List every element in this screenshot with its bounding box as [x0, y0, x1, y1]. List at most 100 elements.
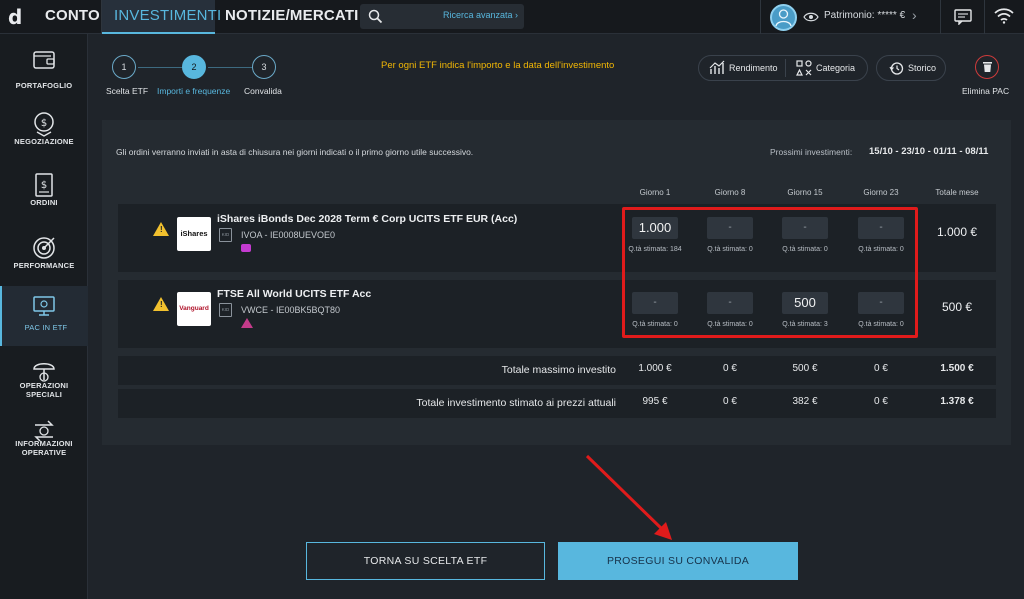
sidebar-label: PERFORMANCE [13, 261, 75, 270]
history-icon [889, 62, 904, 75]
column-header: Giorno 15 [787, 188, 823, 197]
etf-code: VWCE - IE00BK5BQT80 [241, 305, 341, 315]
categoria-label: Categoria [816, 63, 856, 73]
divider [940, 0, 941, 34]
step-2-label: Importi e frequenze [157, 86, 231, 96]
sidebar-item-pac-in-etf[interactable]: PAC IN ETF [0, 286, 88, 346]
column-header: Giorno 23 [863, 188, 899, 197]
estimated-total-sum: 1.378 € [940, 396, 974, 407]
storico-button[interactable]: Storico [876, 55, 946, 81]
svg-text:$: $ [41, 118, 47, 129]
etf-name[interactable]: FTSE All World UCITS ETF Acc [217, 288, 371, 300]
categories-icon [796, 60, 812, 76]
step-connector [138, 67, 182, 68]
ishares-logo: iShares [177, 217, 211, 251]
tab-notizie-mercati[interactable]: NOTIZIE/MERCATI [225, 0, 359, 34]
sidebar-item-performance[interactable]: PERFORMANCE [0, 226, 88, 288]
monthly-total: 500 € [941, 300, 973, 314]
delete-pac-button[interactable] [975, 55, 999, 79]
step-connector [208, 67, 252, 68]
avatar[interactable] [770, 4, 797, 31]
tab-investimenti[interactable]: INVESTIMENTI [102, 0, 221, 34]
warning-icon: ! [153, 297, 169, 311]
continue-to-validation-button[interactable]: PROSEGUI SU CONVALIDA [558, 542, 798, 580]
monthly-total: 1.000 € [936, 225, 978, 239]
chevron-right-icon[interactable]: › [912, 7, 917, 23]
highlight-box [622, 207, 918, 338]
column-header: Totale mese [935, 188, 979, 197]
max-total-label: Totale massimo investito [501, 364, 616, 376]
next-investments-label: Prossimi investimenti: [770, 147, 853, 157]
top-bar: d CONTO INVESTIMENTI NOTIZIE/MERCATI Ric… [0, 0, 1024, 34]
step-1-circle[interactable]: 1 [112, 55, 136, 79]
target-icon [33, 237, 55, 259]
patrimonio-value: Patrimonio: ***** € [824, 10, 906, 21]
sidebar-item-portafoglio[interactable]: PORTAFOGLIO [0, 40, 88, 102]
orders-info: Gli ordini verranno inviati in asta di c… [116, 147, 474, 157]
search-icon [368, 9, 383, 24]
rendimento-label: Rendimento [729, 63, 778, 73]
search-box[interactable]: Ricerca avanzata › [360, 4, 524, 29]
max-total-value: 0 € [723, 363, 737, 374]
wifi-icon[interactable] [994, 8, 1014, 24]
divider [984, 0, 985, 34]
max-total-sum: 1.500 € [940, 363, 974, 374]
etf-code: IVOA - IE0008UEVOE0 [241, 230, 336, 240]
trade-icon: $ [34, 112, 54, 137]
category-marker-icon [241, 318, 253, 328]
step-2-circle[interactable]: 2 [182, 55, 206, 79]
advanced-search-label: Ricerca avanzata [442, 10, 513, 20]
sidebar-label: NEGOZIAZIONE [14, 137, 74, 146]
messages-icon[interactable] [954, 9, 972, 25]
step-3-label: Convalida [244, 86, 282, 96]
rendimento-button[interactable]: Rendimento [699, 56, 785, 80]
kid-document-icon[interactable]: KID [219, 228, 232, 242]
divider [760, 0, 761, 34]
back-to-etf-selection-button[interactable]: TORNA SU SCELTA ETF [306, 542, 545, 580]
monitor-icon [33, 296, 55, 316]
advanced-search-link[interactable]: Ricerca avanzata › [443, 10, 518, 20]
step-3-circle[interactable]: 3 [252, 55, 276, 79]
estimated-total-label: Totale investimento stimato ai prezzi at… [416, 397, 616, 409]
rendimento-categoria-group: Rendimento Categoria [698, 55, 868, 81]
annotation-arrow-icon [585, 454, 672, 540]
etf-name[interactable]: iShares iBonds Dec 2028 Term € Corp UCIT… [217, 213, 517, 225]
app-logo[interactable]: d [8, 6, 28, 28]
estimated-total-value: 0 € [874, 396, 888, 407]
estimated-total-value: 382 € [792, 396, 818, 407]
user-icon [775, 9, 792, 27]
svg-text:$: $ [41, 180, 47, 191]
column-header: Giorno 1 [639, 188, 671, 197]
trash-icon [983, 62, 992, 72]
kid-document-icon[interactable]: KID [219, 303, 232, 317]
growth-icon [709, 60, 725, 74]
max-total-value: 1.000 € [638, 363, 672, 374]
sidebar-label: OPERATIVE [21, 448, 67, 457]
sidebar-item-negoziazione[interactable]: $ NEGOZIAZIONE [0, 102, 88, 164]
step-1-label: Scelta ETF [106, 86, 149, 96]
max-total-value: 0 € [874, 363, 888, 374]
sidebar-item-ordini[interactable]: $ ORDINI [0, 164, 88, 226]
orders-icon: $ [35, 173, 53, 197]
sidebar-label: OPERAZIONI [19, 381, 69, 390]
sidebar-label: INFORMAZIONI [15, 439, 73, 448]
max-total-value: 500 € [792, 363, 818, 374]
sidebar-item-operazioni-speciali[interactable]: OPERAZIONI SPECIALI [0, 350, 88, 412]
estimated-total-value: 0 € [723, 396, 737, 407]
sidebar: PORTAFOGLIO $ NEGOZIAZIONE $ ORDINI PERF… [0, 34, 88, 599]
step-hint: Per ogni ETF indica l'importo e la data … [381, 60, 615, 71]
delete-pac-label: Elimina PAC [962, 86, 1010, 96]
wallet-icon [33, 51, 55, 69]
storico-label: Storico [908, 63, 937, 73]
column-header: Giorno 8 [714, 188, 746, 197]
categoria-button[interactable]: Categoria [786, 56, 868, 80]
sidebar-label: PORTAFOGLIO [15, 81, 73, 90]
vanguard-logo: Vanguard [177, 292, 211, 326]
next-investments-dates: 15/10 - 23/10 - 01/11 - 08/11 [869, 146, 989, 157]
tab-conto[interactable]: CONTO [45, 0, 100, 34]
sidebar-label: PAC IN ETF [24, 323, 68, 332]
estimated-total-value: 995 € [642, 396, 668, 407]
warning-icon: ! [153, 222, 169, 236]
eye-icon[interactable] [803, 11, 819, 23]
sidebar-item-informazioni-operative[interactable]: INFORMAZIONI OPERATIVE [0, 410, 88, 472]
